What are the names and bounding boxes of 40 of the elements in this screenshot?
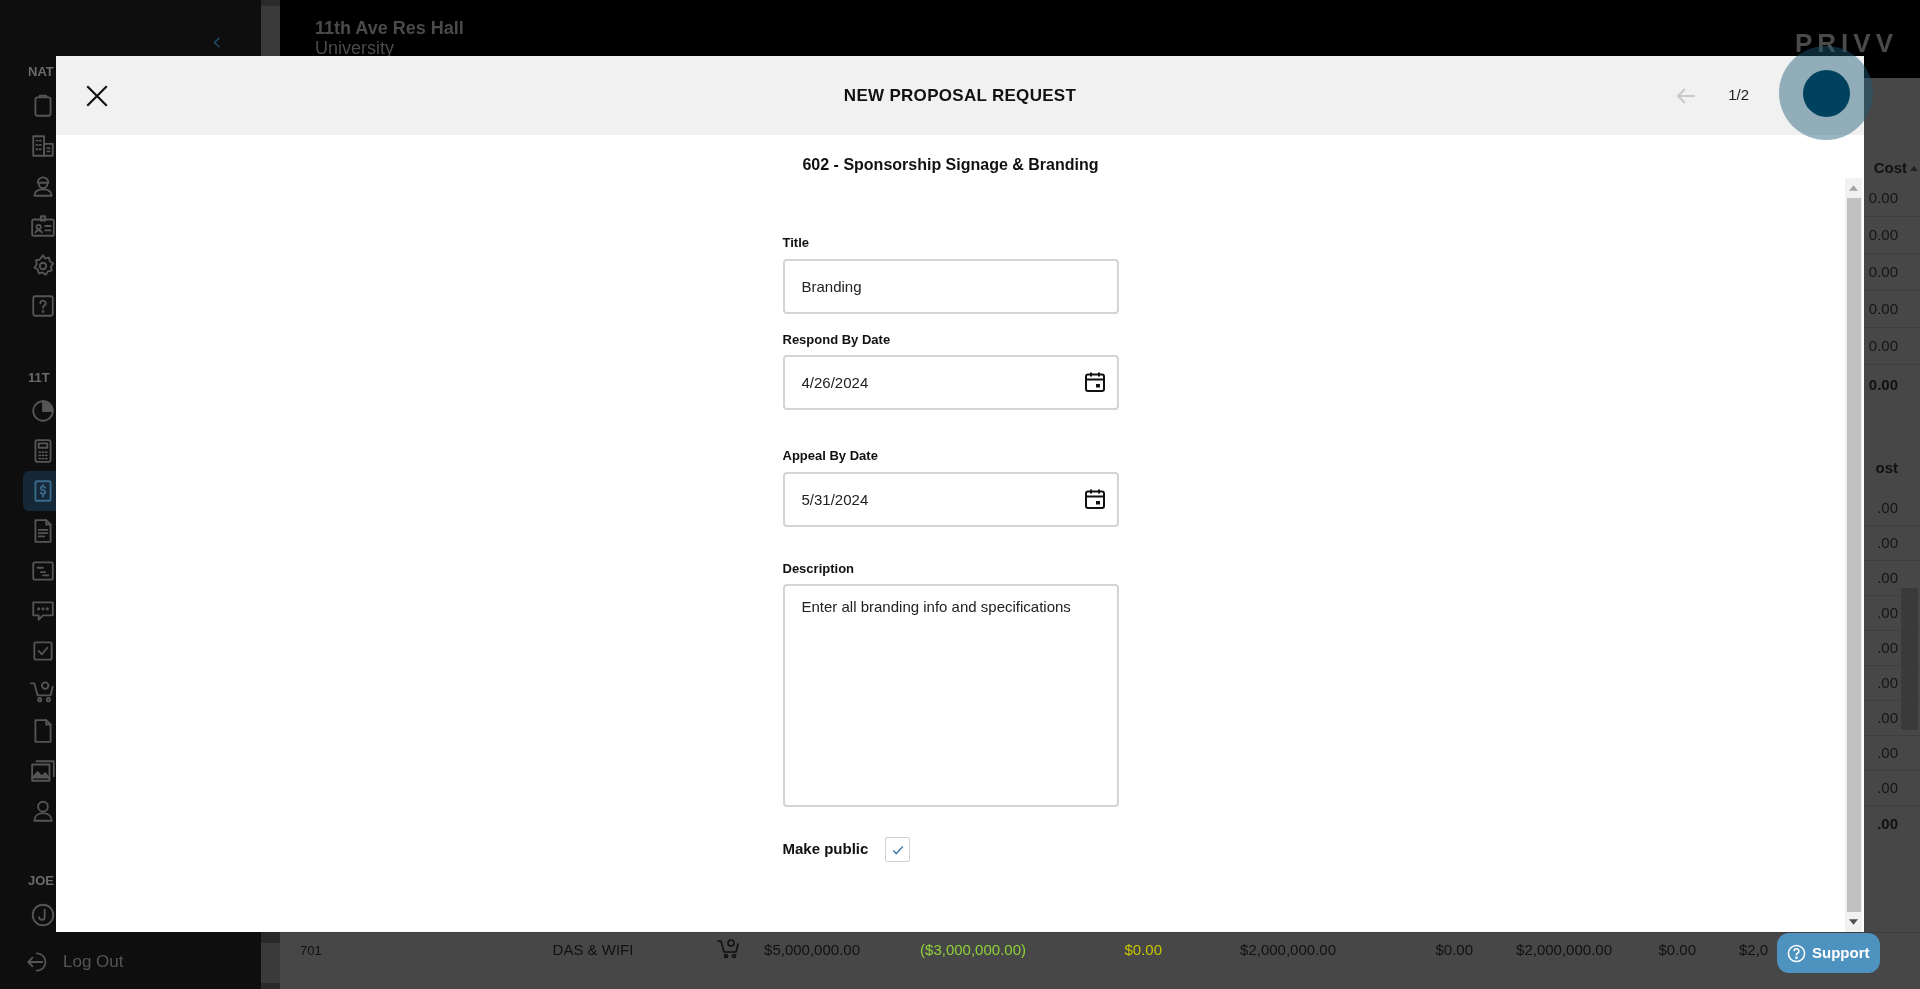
- project-subtitle: University: [315, 38, 395, 58]
- list-icon: [30, 558, 56, 584]
- proposal-heading: 602 - Sponsorship Signage & Branding: [802, 155, 1099, 175]
- section-label: 11T: [28, 368, 50, 387]
- pie-chart-icon: [30, 398, 56, 424]
- logout-link[interactable]: Log Out: [25, 948, 124, 975]
- user-icon: [30, 798, 56, 824]
- sort-up-icon: [1910, 165, 1918, 171]
- project-title: 11th Ave Res Hall: [315, 18, 464, 38]
- table-cell-text: ($3,000,000.00): [920, 940, 1026, 960]
- support-button[interactable]: Support: [1777, 933, 1880, 973]
- cart-icon: [30, 678, 56, 704]
- checkbox-icon: [30, 638, 56, 664]
- checkbox-label: Make public: [782, 839, 869, 860]
- page-counter: 1/2: [1728, 85, 1749, 106]
- date-field[interactable]: 4/26/2024: [782, 355, 1119, 410]
- help-icon: [30, 292, 56, 319]
- modal-title: NEW PROPOSAL REQUEST: [843, 84, 1077, 107]
- make-public-checkbox[interactable]: [885, 837, 911, 862]
- description-field[interactable]: Enter all branding info and specifications: [782, 584, 1119, 807]
- input-field[interactable]: Branding: [782, 258, 1119, 314]
- field-label: Title: [782, 234, 809, 252]
- chat-icon: [30, 598, 56, 624]
- section-label: JOE: [28, 872, 54, 890]
- logo: PRIVV: [1794, 27, 1898, 60]
- cart-icon: [717, 936, 741, 960]
- building-icon: [30, 132, 56, 159]
- calendar-icon[interactable]: [1082, 370, 1107, 394]
- id-card-icon: [30, 212, 56, 239]
- table-cell-text: $0.00: [1124, 940, 1162, 960]
- field-label: Description: [782, 559, 854, 578]
- field-label: Respond By Date: [782, 330, 891, 349]
- help-icon: [1787, 943, 1806, 963]
- date-field[interactable]: 5/31/2024: [782, 471, 1119, 527]
- section-label: NAT: [28, 63, 54, 81]
- modal-scrollbar[interactable]: [1845, 178, 1862, 932]
- user-initial-icon: [30, 901, 56, 928]
- image-icon: [30, 758, 56, 784]
- field-label: Appeal By Date: [782, 447, 878, 465]
- scroll-down-icon[interactable]: [1849, 919, 1858, 925]
